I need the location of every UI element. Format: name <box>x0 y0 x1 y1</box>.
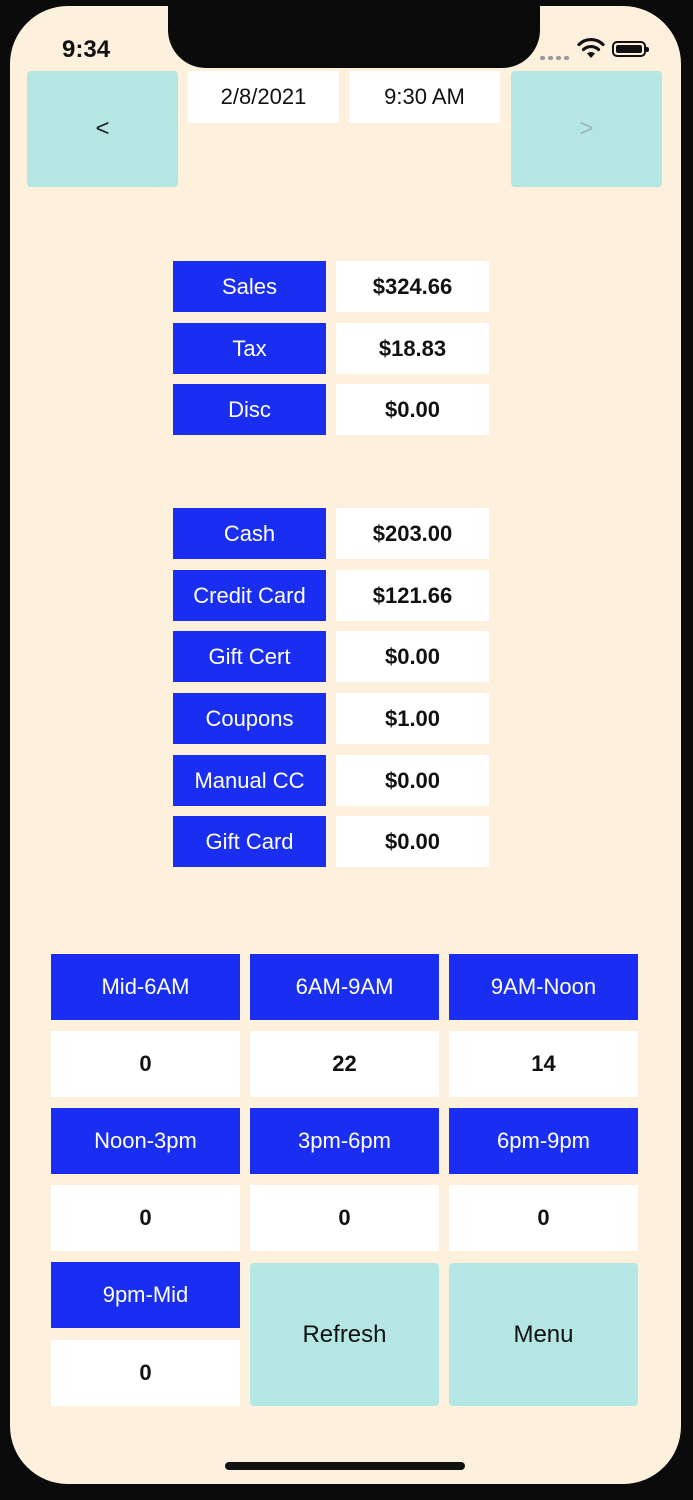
payment-value: $0.00 <box>336 755 489 806</box>
total-value: $0.00 <box>336 384 489 435</box>
refresh-button[interactable]: Refresh <box>250 1263 439 1406</box>
payment-label: Manual CC <box>173 755 326 806</box>
hour-range-value: 0 <box>51 1340 240 1406</box>
cellular-signal-icon <box>540 54 572 60</box>
payment-label: Coupons <box>173 693 326 744</box>
hour-range-label: 6AM-9AM <box>250 954 439 1020</box>
payment-label: Cash <box>173 508 326 559</box>
hour-range-value: 0 <box>51 1185 240 1251</box>
total-label: Sales <box>173 261 326 312</box>
payment-label: Credit Card <box>173 570 326 621</box>
hour-range-value: 0 <box>449 1185 638 1251</box>
hour-range-label: 9pm-Mid <box>51 1262 240 1328</box>
hour-range-label: Noon-3pm <box>51 1108 240 1174</box>
wifi-icon <box>577 37 605 58</box>
time-display: 9:30 AM <box>349 71 500 123</box>
total-label: Tax <box>173 323 326 374</box>
home-indicator[interactable] <box>225 1462 465 1470</box>
hour-range-label: 6pm-9pm <box>449 1108 638 1174</box>
total-label: Disc <box>173 384 326 435</box>
payment-value: $0.00 <box>336 816 489 867</box>
total-value: $324.66 <box>336 261 489 312</box>
payment-value: $1.00 <box>336 693 489 744</box>
hour-range-value: 0 <box>250 1185 439 1251</box>
payment-value: $203.00 <box>336 508 489 559</box>
battery-icon <box>612 41 649 57</box>
notch <box>168 6 540 68</box>
payment-label: Gift Cert <box>173 631 326 682</box>
status-time: 9:34 <box>62 36 111 63</box>
payment-value: $0.00 <box>336 631 489 682</box>
hour-range-value: 14 <box>449 1031 638 1097</box>
menu-button[interactable]: Menu <box>449 1263 638 1406</box>
date-display: 2/8/2021 <box>188 71 339 123</box>
total-value: $18.83 <box>336 323 489 374</box>
payment-label: Gift Card <box>173 816 326 867</box>
phone-screen: 9:34 < 2/8/2021 9:30 AM > Sales $324.66 … <box>10 6 681 1484</box>
hour-range-label: Mid-6AM <box>51 954 240 1020</box>
payment-value: $121.66 <box>336 570 489 621</box>
hour-range-value: 22 <box>250 1031 439 1097</box>
hour-range-value: 0 <box>51 1031 240 1097</box>
next-button[interactable]: > <box>511 71 662 187</box>
previous-button[interactable]: < <box>27 71 178 187</box>
hour-range-label: 9AM-Noon <box>449 954 638 1020</box>
hour-range-label: 3pm-6pm <box>250 1108 439 1174</box>
